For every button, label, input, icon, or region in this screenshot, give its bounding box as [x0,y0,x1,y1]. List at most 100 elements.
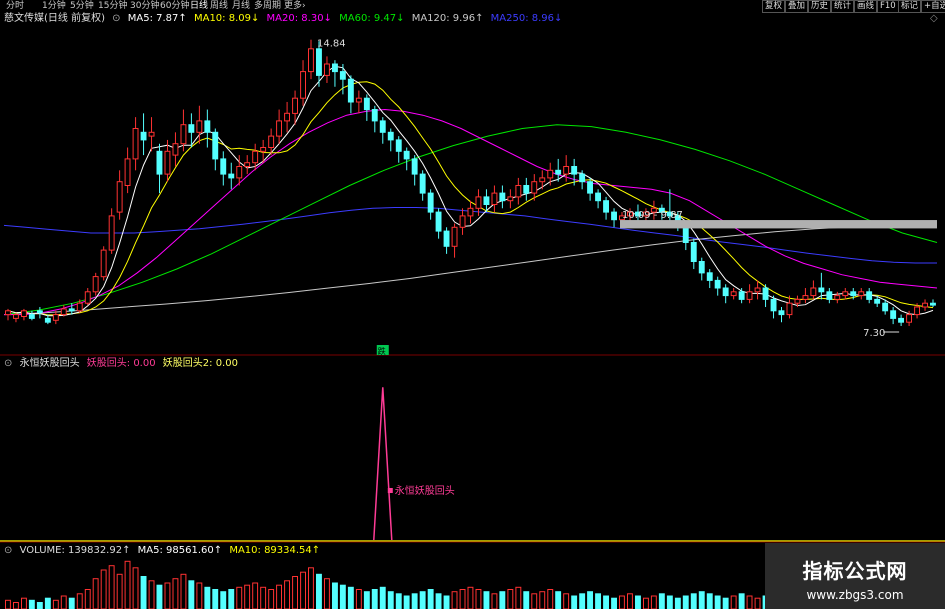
candle-body [124,158,131,186]
indicator-title[interactable]: 永恒妖股回头 [20,358,80,369]
candle-body [866,291,873,300]
collapse-icon[interactable]: ◇ [930,12,938,25]
indicator-legend: ⊙ 永恒妖股回头 妖股回头: 0.00 妖股回头2: 0.00 [4,357,242,370]
candle-body [284,112,291,122]
stock-title[interactable]: 慈文传媒(日线 前复权) [4,13,105,24]
candle-body [786,302,793,316]
volume-bar [451,591,458,609]
volume-bar [379,586,386,609]
candle [300,60,307,106]
range-label: 10.09 - 9.87 [622,210,683,221]
candle-body [387,131,394,141]
volume-bar [722,597,729,609]
candle-body [922,302,928,308]
candle [547,162,554,186]
volume-bar [706,593,713,609]
volume-bar [244,584,251,609]
candle [858,288,865,300]
volume-label[interactable]: VOLUME: 139832.92↑ [20,545,131,556]
indicator-label-marker [387,488,393,493]
candle-body [491,192,498,206]
volume-bar [5,599,11,609]
candle-body [276,120,283,137]
volume-bar [108,565,115,609]
candle-body [738,291,745,300]
volume-bar [76,593,83,609]
indicator-panel: 永恒妖股回头 [373,387,455,541]
volume-bar [491,593,498,609]
candle-body [762,287,769,300]
candle [52,310,59,325]
volume-bar [666,595,673,609]
volume-bar [212,589,219,609]
volume-bar [44,597,51,609]
candle-body [547,169,554,179]
volume-bar [523,591,530,609]
candle-body [220,158,227,175]
candle [810,280,817,300]
candle [308,39,314,80]
volume-bar [13,602,19,609]
candle-body [355,97,362,103]
ma5-label: MA5: 7.87↑ [127,13,187,24]
candle [595,189,601,209]
candle [132,117,139,171]
candle [395,136,402,163]
volume-bar [579,593,586,609]
candle-body [603,200,609,213]
candle-body [347,78,354,103]
volume-bar [180,573,187,609]
candle-body [682,226,689,244]
candle [890,307,897,325]
candle-body [810,287,817,297]
candle-body [595,192,601,202]
candle-body [467,207,474,217]
candle-body [300,71,307,99]
candle [930,299,936,308]
candle-body [236,166,243,179]
candle [451,223,458,258]
candle [324,56,330,83]
indicator-gear-icon[interactable]: ⊙ [4,358,12,369]
volume-bar [459,589,466,609]
candle-body [842,291,849,297]
candle [84,288,91,306]
candle [443,227,450,254]
candle [611,208,617,228]
ma120-label: MA120: 9.96↑ [411,13,484,24]
candle [603,196,609,220]
candle [172,132,179,167]
candle-body [435,211,442,232]
candle-body [244,162,251,167]
volume-bar [284,580,291,609]
candle [156,143,163,194]
volume-bar [172,578,179,609]
candle [730,288,737,300]
candle-body [754,287,761,293]
candle [5,308,11,321]
candle-body [483,196,490,205]
candle-body [690,242,697,262]
volume-bar [21,597,27,609]
candle [371,105,378,133]
candle [419,170,426,201]
legend-gear-icon[interactable]: ⊙ [112,13,120,24]
ma20-label: MA20: 8.30↓ [266,13,332,24]
volume-bar [196,582,203,609]
volume-gear-icon[interactable]: ⊙ [4,545,12,556]
candle [754,280,761,300]
volume-bar [220,591,227,609]
candle-body [308,48,314,73]
volume-ma5-label: MA5: 98561.60↑ [137,545,223,556]
volume-bar [204,586,211,609]
candle [491,185,498,213]
candle [866,288,873,304]
candle-body [443,230,450,247]
candle [228,162,235,190]
candle [100,246,107,281]
volume-bar [164,582,171,609]
stock-chart[interactable]: 14.84 7.30 10.09 - 9.87 跌 永恒妖股回头 [0,0,945,609]
volume-bar [140,576,147,609]
volume-bar [435,593,442,609]
candle-body [451,226,458,247]
